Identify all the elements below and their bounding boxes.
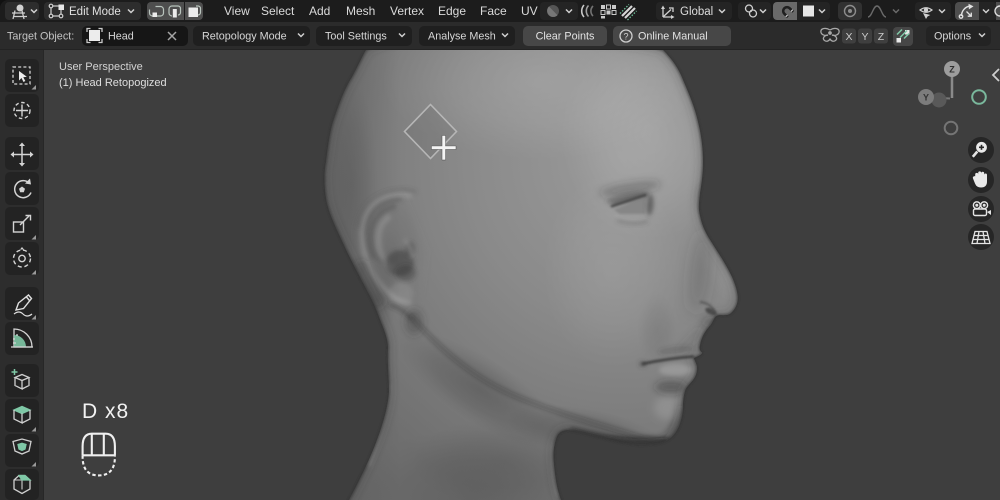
svg-text:Vertex: Vertex <box>390 4 424 18</box>
svg-text:Head: Head <box>108 31 134 43</box>
svg-text:Face: Face <box>480 4 507 18</box>
svg-text:Options: Options <box>934 31 972 43</box>
svg-text:Mesh: Mesh <box>346 4 375 18</box>
svg-text:Y: Y <box>923 93 929 103</box>
svg-text:Tool Settings: Tool Settings <box>325 31 387 43</box>
svg-text:?: ? <box>623 32 628 42</box>
svg-text:View: View <box>224 4 250 18</box>
svg-text:Edge: Edge <box>438 4 466 18</box>
svg-text:Z: Z <box>949 65 955 75</box>
svg-text:Analyse Mesh: Analyse Mesh <box>428 31 496 43</box>
svg-text:Y: Y <box>861 31 868 43</box>
svg-text:Global: Global <box>680 6 713 18</box>
svg-text:Retopology Mode: Retopology Mode <box>202 31 287 43</box>
svg-text:Select: Select <box>261 4 295 18</box>
svg-text:Clear Points: Clear Points <box>536 31 595 43</box>
svg-text:Z: Z <box>878 31 885 43</box>
svg-text:Target Object:: Target Object: <box>7 31 74 43</box>
svg-text:UV: UV <box>521 4 538 18</box>
svg-text:Online Manual: Online Manual <box>638 31 708 43</box>
svg-text:Edit Mode: Edit Mode <box>69 6 121 18</box>
svg-text:X: X <box>845 31 852 43</box>
svg-text:Add: Add <box>309 4 330 18</box>
